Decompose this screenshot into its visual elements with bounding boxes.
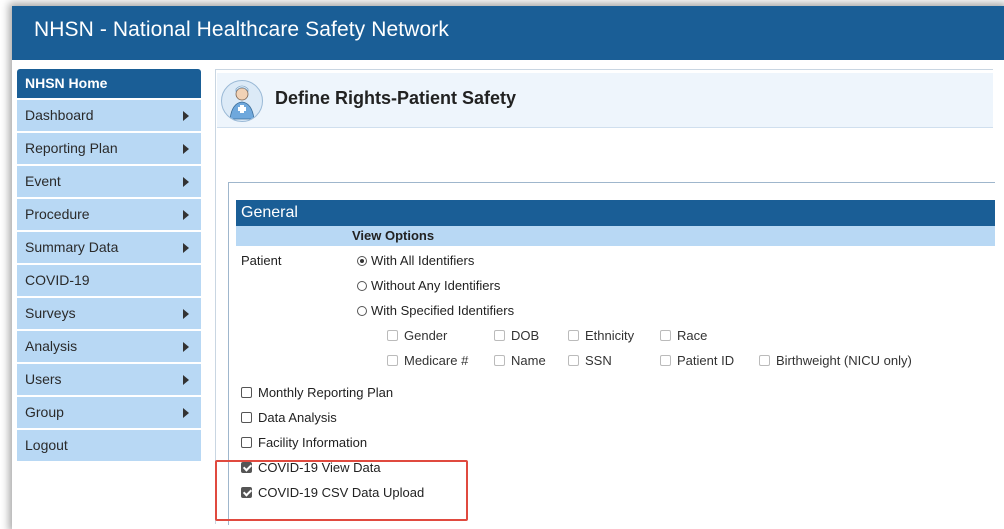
sidebar-item-dashboard[interactable]: Dashboard bbox=[17, 100, 201, 131]
chevron-right-icon bbox=[183, 342, 189, 352]
identifier-ethnicity[interactable]: Ethnicity bbox=[568, 328, 634, 343]
annotation-highlight-box bbox=[215, 460, 468, 521]
checkbox[interactable] bbox=[241, 437, 252, 448]
radio-with-specified-identifiers[interactable]: With Specified Identifiers bbox=[357, 303, 514, 318]
radio-button[interactable] bbox=[357, 306, 367, 316]
section-title: General bbox=[236, 200, 995, 226]
chevron-right-icon bbox=[183, 111, 189, 121]
sidebar-item-label: Dashboard bbox=[25, 107, 94, 123]
checkbox[interactable] bbox=[660, 330, 671, 341]
identifier-dob[interactable]: DOB bbox=[494, 328, 539, 343]
sidebar-item-label: Reporting Plan bbox=[25, 140, 118, 156]
patient-label: Patient bbox=[241, 253, 282, 268]
checkbox-facility-information[interactable]: Facility Information bbox=[241, 435, 367, 450]
sidebar-item-surveys[interactable]: Surveys bbox=[17, 298, 201, 329]
checkbox[interactable] bbox=[387, 330, 398, 341]
checkbox[interactable] bbox=[494, 355, 505, 366]
identifier-name[interactable]: Name bbox=[494, 353, 546, 368]
identifier-ssn[interactable]: SSN bbox=[568, 353, 612, 368]
chevron-right-icon bbox=[183, 243, 189, 253]
sidebar-item-covid-19[interactable]: COVID-19 bbox=[17, 265, 201, 296]
checkbox[interactable] bbox=[387, 355, 398, 366]
sidebar-item-reporting-plan[interactable]: Reporting Plan bbox=[17, 133, 201, 164]
nurse-icon bbox=[221, 80, 263, 122]
sidebar-item-label: Procedure bbox=[25, 206, 90, 222]
checkbox[interactable] bbox=[241, 387, 252, 398]
chevron-right-icon bbox=[183, 309, 189, 319]
app-title: NHSN - National Healthcare Safety Networ… bbox=[34, 18, 449, 41]
sidebar-item-label: Surveys bbox=[25, 305, 76, 321]
chevron-right-icon bbox=[183, 408, 189, 418]
radio-with-all-identifiers[interactable]: With All Identifiers bbox=[357, 253, 474, 268]
sidebar-item-logout[interactable]: Logout bbox=[17, 430, 201, 461]
checkbox[interactable] bbox=[660, 355, 671, 366]
radio-label: With All Identifiers bbox=[371, 253, 475, 268]
sidebar-item-procedure[interactable]: Procedure bbox=[17, 199, 201, 230]
sidebar-item-summary-data[interactable]: Summary Data bbox=[17, 232, 201, 263]
checkbox[interactable] bbox=[494, 330, 505, 341]
chevron-right-icon bbox=[183, 210, 189, 220]
sidebar-nav: NHSN Home Dashboard Reporting Plan Event… bbox=[17, 69, 201, 461]
sidebar-item-label: Logout bbox=[25, 437, 68, 453]
radio-without-any-identifiers[interactable]: Without Any Identifiers bbox=[357, 278, 500, 293]
chevron-right-icon bbox=[183, 177, 189, 187]
identifier-gender[interactable]: Gender bbox=[387, 328, 447, 343]
identifier-patient-id[interactable]: Patient ID bbox=[660, 353, 734, 368]
view-options-header: View Options bbox=[236, 226, 995, 246]
sidebar-item-label: Event bbox=[25, 173, 61, 189]
sidebar-item-event[interactable]: Event bbox=[17, 166, 201, 197]
checkbox-monthly-reporting-plan[interactable]: Monthly Reporting Plan bbox=[241, 385, 393, 400]
identifier-race[interactable]: Race bbox=[660, 328, 707, 343]
sidebar-item-analysis[interactable]: Analysis bbox=[17, 331, 201, 362]
identifier-medicare[interactable]: Medicare # bbox=[387, 353, 468, 368]
checkbox[interactable] bbox=[759, 355, 770, 366]
page-header: Define Rights-Patient Safety bbox=[217, 73, 993, 128]
main-content: Define Rights-Patient Safety General Vie… bbox=[215, 69, 995, 525]
identifier-birthweight[interactable]: Birthweight (NICU only) bbox=[759, 353, 912, 368]
sidebar-item-nhsn-home[interactable]: NHSN Home bbox=[17, 69, 201, 98]
app-header: NHSN - National Healthcare Safety Networ… bbox=[12, 6, 1004, 60]
sidebar-item-users[interactable]: Users bbox=[17, 364, 201, 395]
checkbox[interactable] bbox=[568, 355, 579, 366]
radio-button[interactable] bbox=[357, 256, 367, 266]
radio-label: Without Any Identifiers bbox=[371, 278, 501, 293]
chevron-right-icon bbox=[183, 375, 189, 385]
sidebar-item-label: COVID-19 bbox=[25, 272, 90, 288]
chevron-right-icon bbox=[183, 144, 189, 154]
page-title: Define Rights-Patient Safety bbox=[275, 88, 517, 108]
checkbox[interactable] bbox=[241, 412, 252, 423]
checkbox-data-analysis[interactable]: Data Analysis bbox=[241, 410, 337, 425]
sidebar-item-group[interactable]: Group bbox=[17, 397, 201, 428]
sidebar-item-label: Analysis bbox=[25, 338, 78, 354]
sidebar-item-label: Summary Data bbox=[25, 239, 119, 255]
checkbox[interactable] bbox=[568, 330, 579, 341]
radio-label: With Specified Identifiers bbox=[371, 303, 515, 318]
radio-button[interactable] bbox=[357, 281, 367, 291]
sidebar-item-label: Group bbox=[25, 404, 64, 420]
view-options-label: View Options bbox=[352, 228, 435, 243]
sidebar-item-label: Users bbox=[25, 371, 62, 387]
